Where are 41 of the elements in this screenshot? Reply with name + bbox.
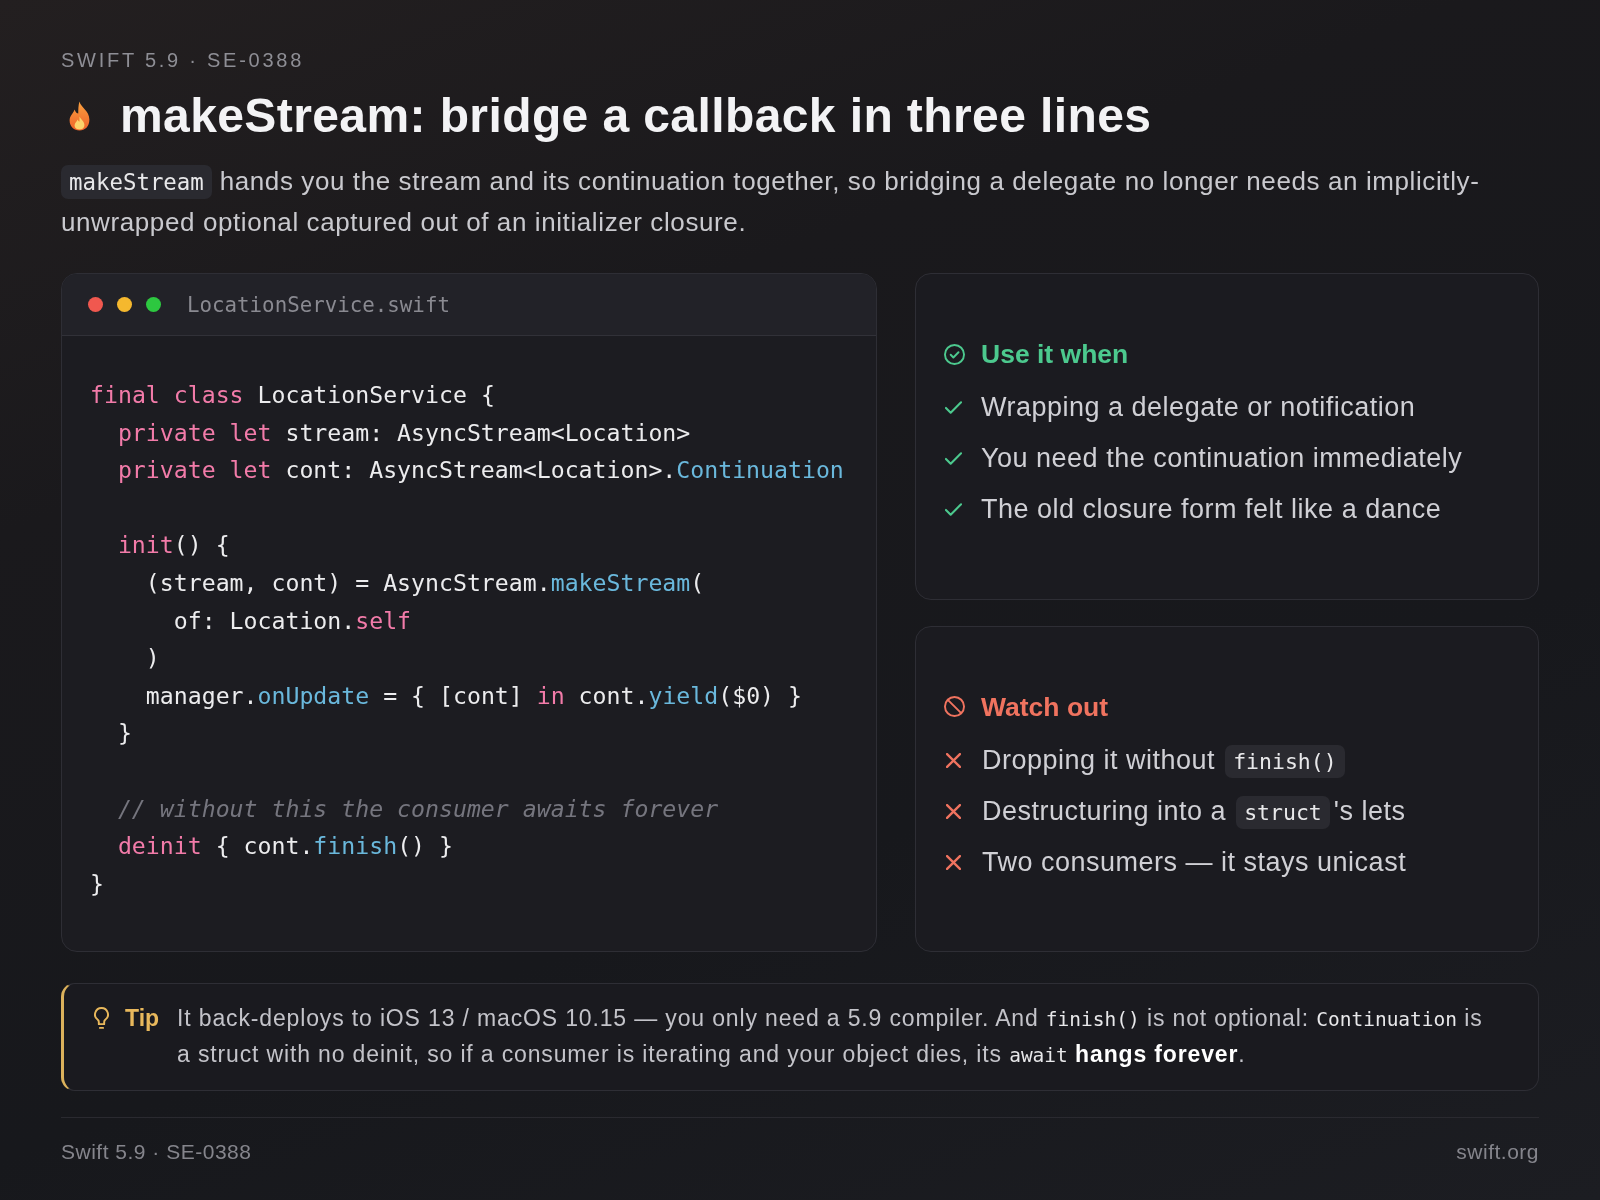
code-line: } xyxy=(90,869,104,897)
list-item-text: Dropping it without finish() xyxy=(982,744,1349,776)
list-item-text: The old closure form felt like a dance xyxy=(981,494,1442,526)
code-line: private let stream: AsyncStream<Location> xyxy=(117,418,691,446)
code-line: deinit { cont.finish() } xyxy=(117,832,453,860)
list-item-text: You need the continuation immediately xyxy=(981,443,1463,475)
code-line: private let cont: AsyncStream<Location>.Continuation xyxy=(117,456,844,484)
cross-icon xyxy=(946,803,961,819)
tip-text: It back-deploys to iOS 13 / macOS 10.15 — you only need a 5.9 compiler. And finish() is not optional: Continuation is a struct with no deinit, so if a consumer is iterating and your object dies, its await hangs forever. xyxy=(177,1004,1484,1069)
prohibited-icon xyxy=(944,696,965,718)
code-line: init() { xyxy=(117,531,230,559)
tip-label: Tip xyxy=(125,1004,160,1033)
eyebrow-label: SWIFT 5.9 · SE-0388 xyxy=(61,48,305,73)
code-line: } xyxy=(117,719,132,747)
code-line: of: Location.self xyxy=(173,606,412,634)
cross-icon xyxy=(946,854,961,870)
list-item-text: Wrapping a delegate or notification xyxy=(981,392,1416,424)
code-line: // without this the consumer awaits forever xyxy=(117,794,719,822)
close-control-icon[interactable] xyxy=(88,297,103,312)
minimize-control-icon[interactable] xyxy=(117,297,132,312)
card-title: Watch out xyxy=(981,690,1109,724)
check-circle-icon xyxy=(944,343,965,365)
list-item-text: Destructuring into a struct 's lets xyxy=(982,795,1406,827)
checkmark-icon xyxy=(945,401,962,415)
cross-icon xyxy=(946,752,961,768)
page-title: makeStream: bridge a callback in three lines xyxy=(120,88,1152,144)
code-line: ) xyxy=(145,644,160,672)
intro-paragraph: makeStream hands you the stream and its continuation together, so bridging a delegate no longer needs an implicitly-unwrapped optional captured out of an initializer closure. xyxy=(61,164,1481,239)
checkmark-icon xyxy=(945,452,962,466)
code-line: final class LocationService { xyxy=(90,381,495,408)
list-item-text: Two consumers — it stays unicast xyxy=(982,846,1407,878)
code-line: manager.onUpdate = { [cont] in cont.yield($0) } xyxy=(145,681,802,709)
lightbulb-icon xyxy=(94,1007,109,1029)
card-title: Use it when xyxy=(981,338,1129,372)
file-name: LocationService.swift xyxy=(187,292,450,317)
site-link[interactable]: swift.org xyxy=(1456,1138,1539,1166)
checkmark-icon xyxy=(945,503,962,517)
zoom-control-icon[interactable] xyxy=(146,297,161,312)
code-line: (stream, cont) = AsyncStream.makeStream( xyxy=(145,568,705,596)
flame-icon xyxy=(69,101,90,131)
footer-label: Swift 5.9 · SE-0388 xyxy=(61,1139,252,1165)
